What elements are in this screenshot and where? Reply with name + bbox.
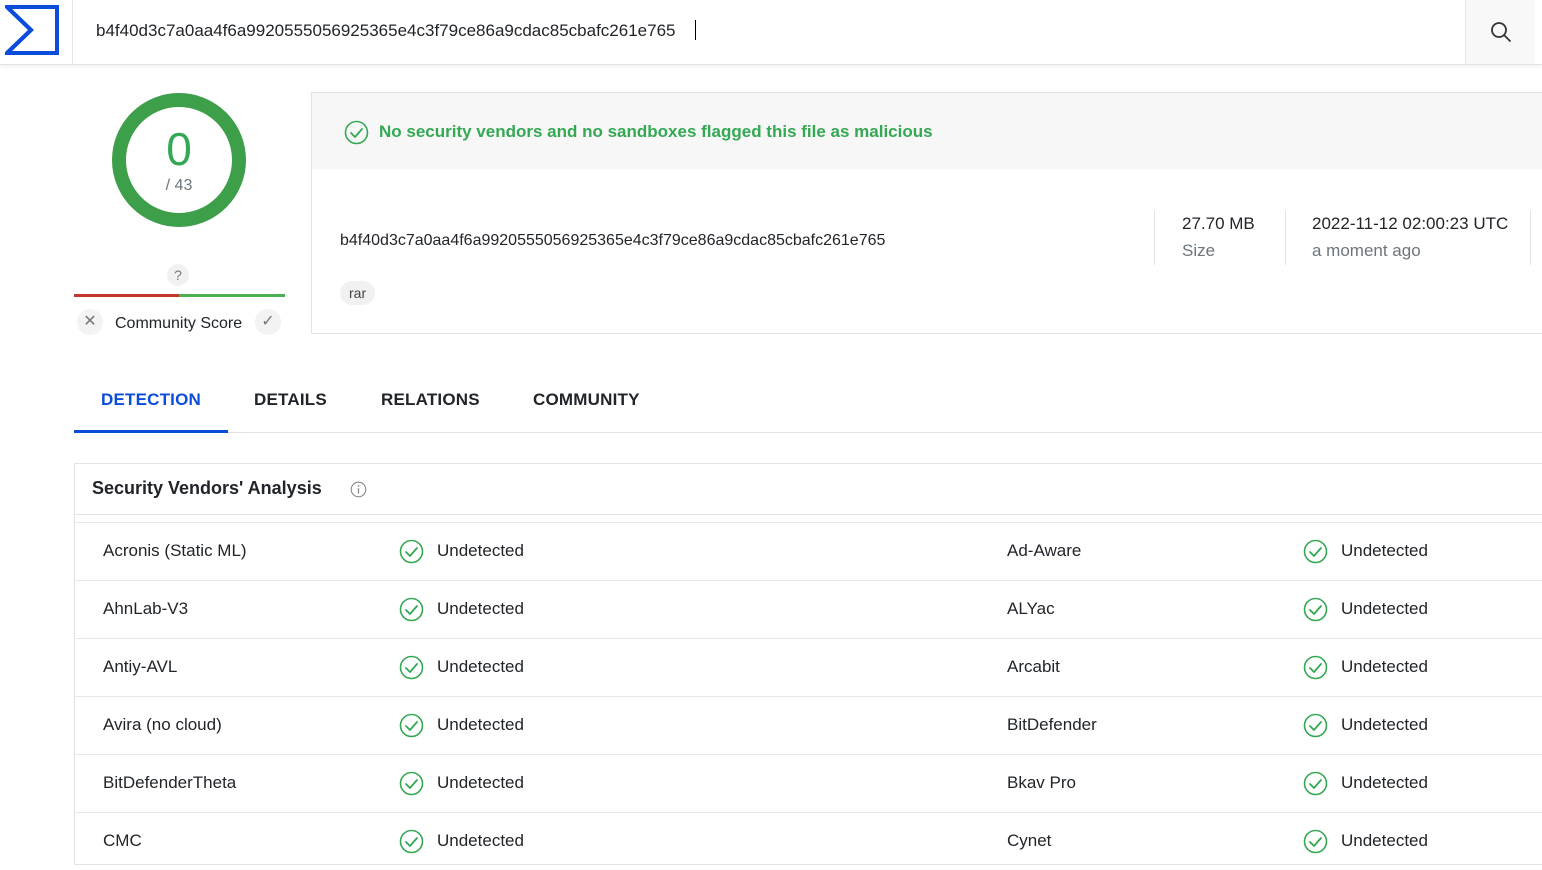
vendor-name: CMC [103, 831, 142, 850]
check-circle-icon [1303, 539, 1328, 569]
check-circle-icon [1303, 771, 1328, 801]
check-circle-icon [1303, 829, 1328, 859]
check-circle-icon [399, 539, 424, 569]
file-size-value: 27.70 MB [1182, 214, 1255, 233]
check-circle-icon [399, 597, 424, 627]
tab-detection[interactable]: DETECTION [74, 370, 228, 433]
vendor-row: AhnLab-V3 Undetected ALYac Undetected [75, 580, 1542, 638]
vendor-name: AhnLab-V3 [103, 599, 189, 618]
vendor-name: Avira (no cloud) [103, 715, 222, 734]
analysis-date-relative: a moment ago [1312, 241, 1421, 260]
check-circle-icon [399, 829, 424, 859]
check-circle-icon [399, 771, 424, 801]
vendor-row: Acronis (Static ML) Undetected Ad-Aware Und… [75, 522, 1542, 580]
community-score-value: ? [167, 264, 189, 286]
report-tabs: DETECTION DETAILS RELATIONS COMMUNITY [74, 370, 1542, 433]
file-summary-card: No security vendors and no sandboxes fla… [311, 92, 1542, 334]
vendors-title: Security Vendors' Analysis [92, 478, 322, 498]
vendor-result: Undetected [1341, 715, 1428, 734]
community-bar-negative [74, 294, 179, 297]
vote-malicious-button[interactable]: ✕ [77, 309, 103, 335]
detection-count: 0 [166, 123, 192, 175]
verdict-banner: No security vendors and no sandboxes fla… [312, 93, 1542, 169]
vendor-name: Antiy-AVL [103, 657, 178, 676]
vendor-result: Undetected [437, 715, 524, 734]
search-input[interactable] [96, 18, 1436, 44]
file-hash: b4f40d3c7a0aa4f6a9920555056925365e4c3f79… [340, 232, 886, 249]
vendor-row: CMC Undetected Cynet Undetected [75, 812, 1542, 870]
community-bar-positive [179, 294, 285, 297]
vendor-name: Acronis (Static ML) [103, 541, 247, 560]
vote-harmless-button[interactable]: ✓ [255, 309, 281, 335]
vendor-result: Undetected [437, 657, 524, 676]
text-caret [695, 20, 696, 40]
vendor-result: Undetected [1341, 657, 1428, 676]
file-size-label: Size [1182, 241, 1216, 260]
vendor-result: Undetected [1341, 831, 1428, 850]
vendor-name: Ad-Aware [1007, 541, 1082, 560]
vendor-row: Antiy-AVL Undetected Arcabit Undetected [75, 638, 1542, 696]
check-circle-icon [1303, 655, 1328, 685]
vendor-name: ALYac [1007, 599, 1055, 618]
search-icon [1491, 22, 1511, 42]
divider [1285, 210, 1286, 265]
vendor-name: BitDefender [1007, 715, 1097, 734]
check-circle-icon [1303, 713, 1328, 743]
tab-community[interactable]: COMMUNITY [533, 370, 640, 430]
check-circle-icon [399, 655, 424, 685]
vendor-name: Cynet [1007, 831, 1052, 850]
vendor-result: Undetected [437, 831, 524, 850]
vendors-panel: Security Vendors' Analysis Acronis (Stat… [74, 463, 1542, 865]
tab-relations[interactable]: RELATIONS [381, 370, 480, 430]
check-circle-icon [399, 713, 424, 743]
vendor-result: Undetected [1341, 599, 1428, 618]
engine-total: / 43 [165, 177, 193, 194]
verdict-text: No security vendors and no sandboxes fla… [379, 122, 933, 141]
divider [1154, 210, 1155, 265]
vendor-row: Avira (no cloud) Undetected BitDefender Und… [75, 696, 1542, 754]
file-type-tag[interactable]: rar [340, 281, 376, 305]
check-circle-icon [1303, 597, 1328, 627]
search-button[interactable] [1465, 0, 1535, 64]
vendor-result: Undetected [1341, 541, 1428, 560]
check-circle-icon [344, 120, 369, 145]
info-icon[interactable] [350, 481, 367, 498]
vendor-result: Undetected [437, 599, 524, 618]
vendor-name: Bkav Pro [1007, 773, 1076, 792]
vendors-header: Security Vendors' Analysis [75, 464, 1542, 515]
vendor-result: Undetected [1341, 773, 1428, 792]
vendor-row: BitDefenderTheta Undetected Bkav Pro Undete… [75, 754, 1542, 812]
top-bar [0, 0, 1542, 65]
vendor-result: Undetected [437, 773, 524, 792]
virustotal-logo[interactable] [0, 0, 73, 64]
logo-icon [5, 5, 59, 55]
analysis-date-value: 2022-11-12 02:00:23 UTC [1312, 214, 1509, 233]
community-score-label: Community Score [115, 315, 243, 332]
tab-details[interactable]: DETAILS [254, 370, 327, 430]
vendor-name: Arcabit [1007, 657, 1060, 676]
vendor-result: Undetected [437, 541, 524, 560]
vendor-name: BitDefenderTheta [103, 773, 237, 792]
divider [1530, 210, 1531, 265]
